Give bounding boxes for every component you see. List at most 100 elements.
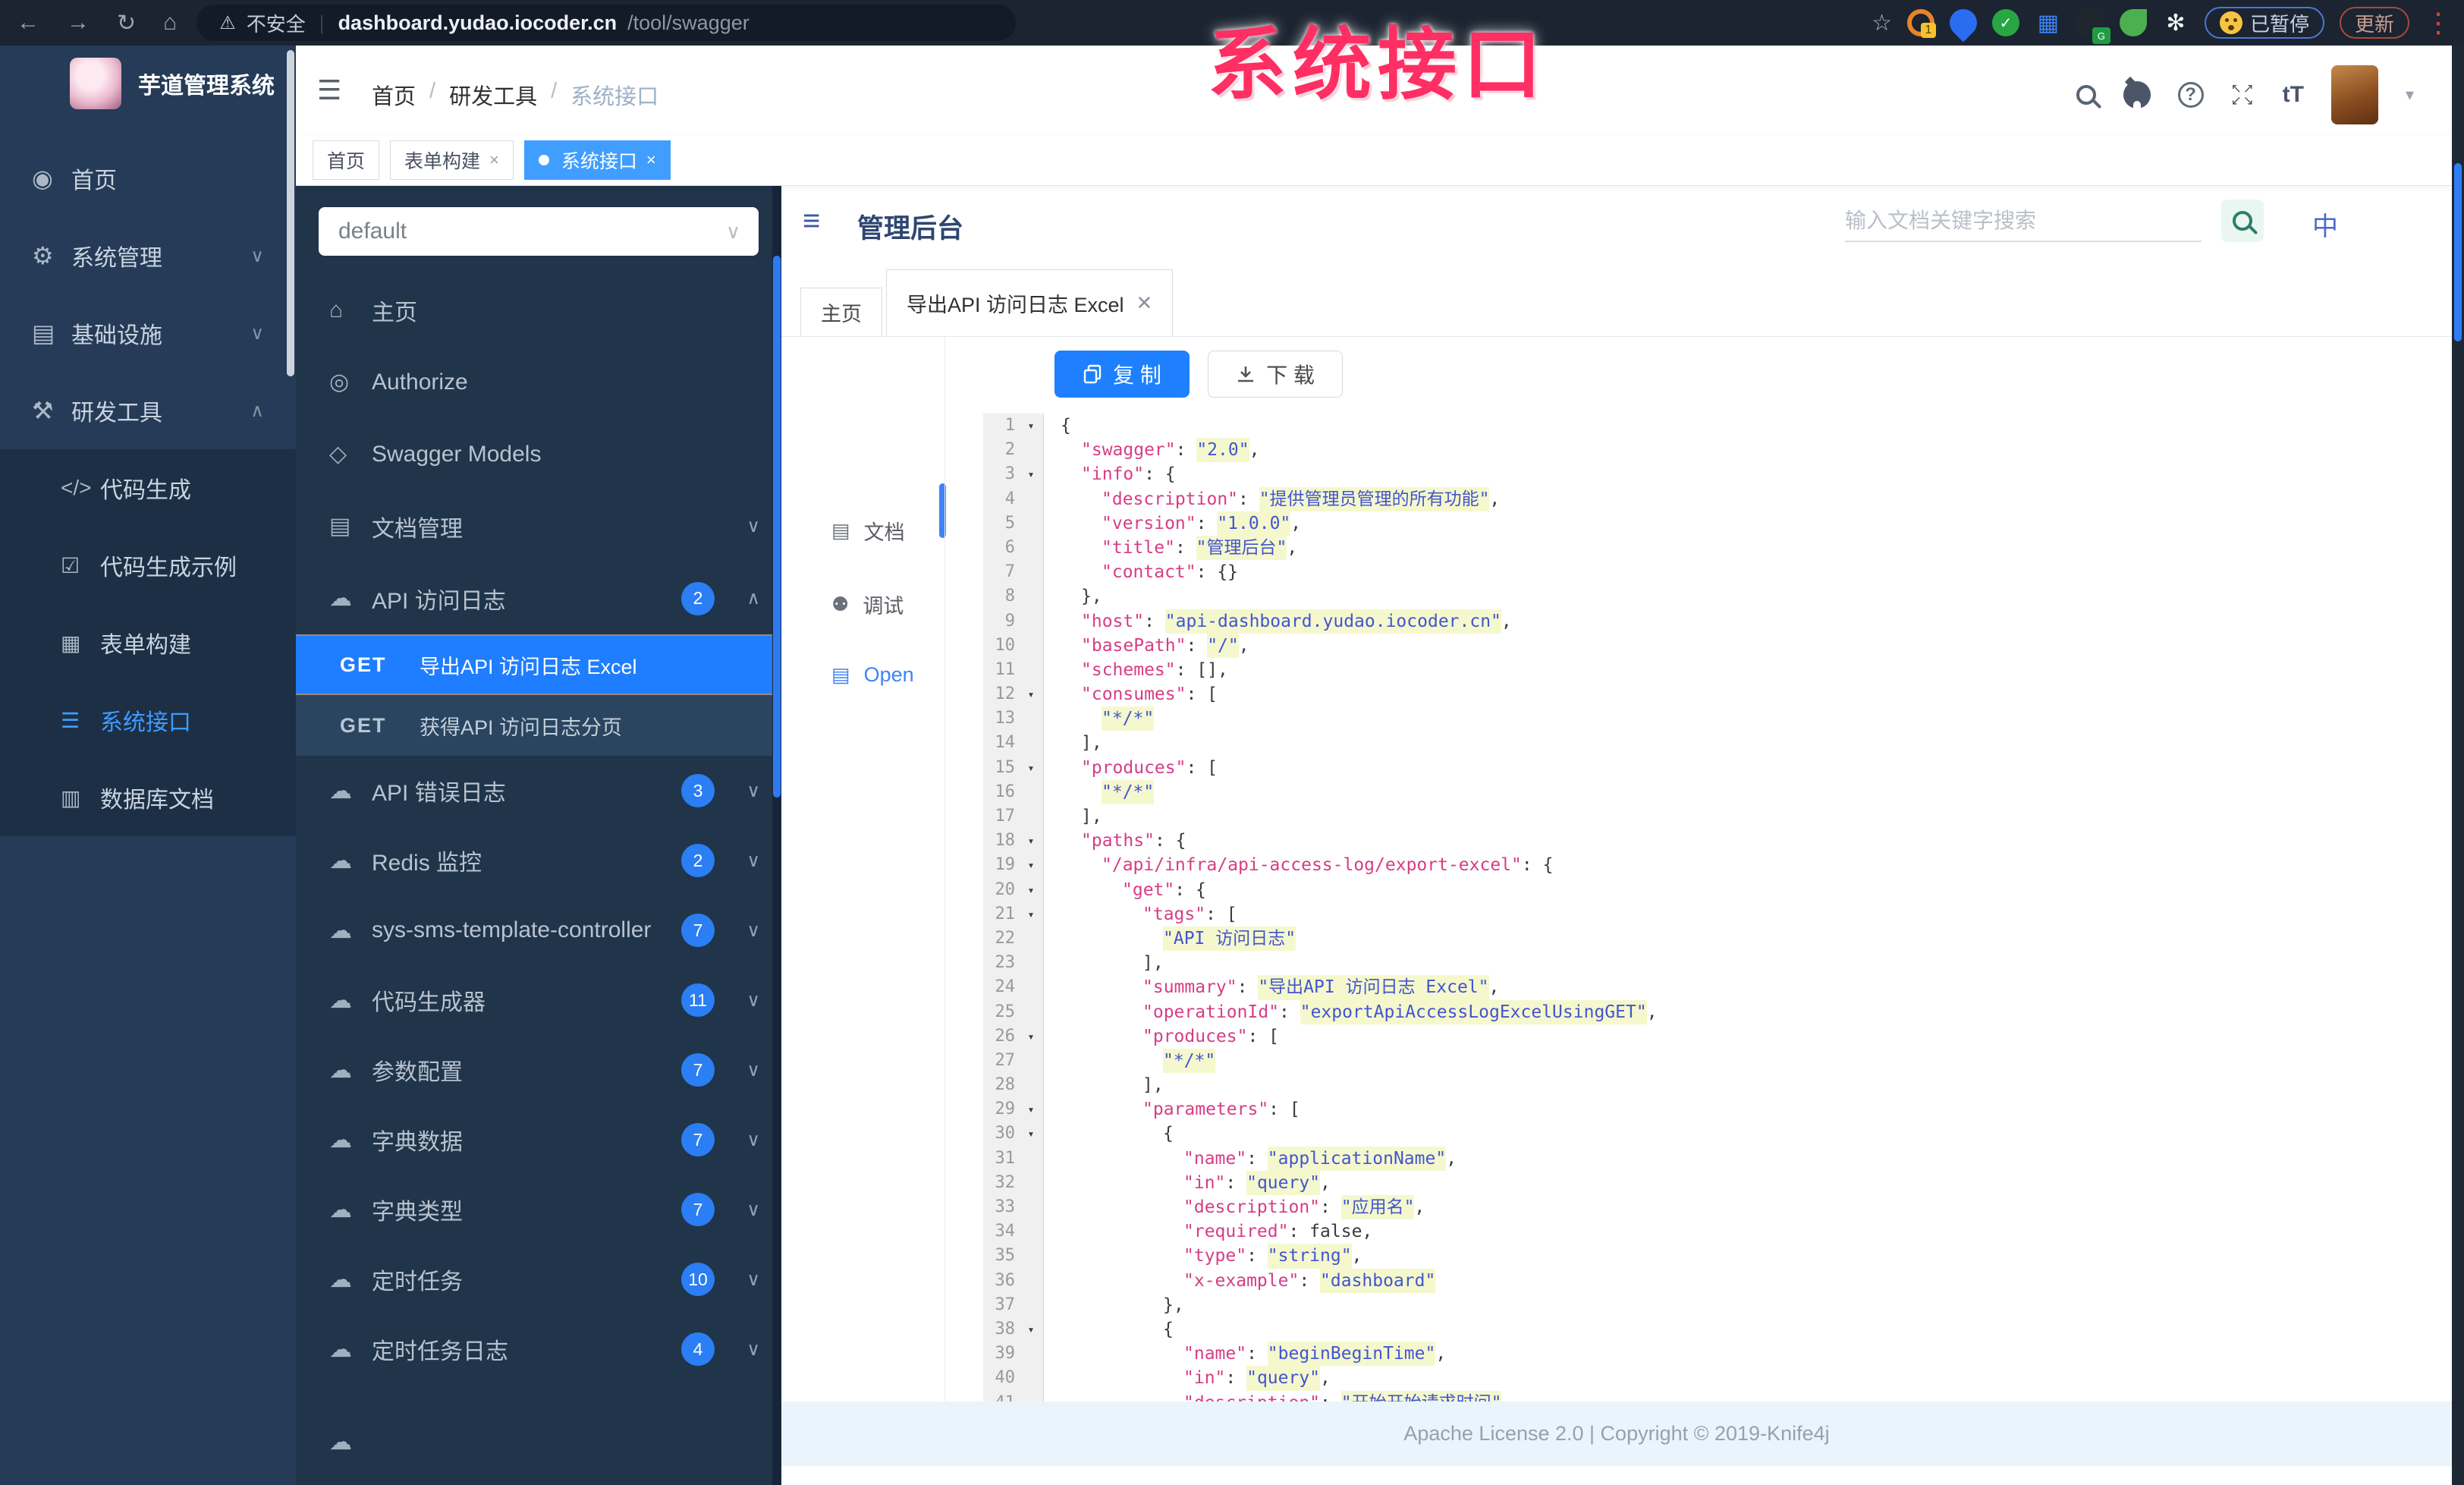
browser-back-icon[interactable]: ← — [17, 10, 39, 36]
code-editor[interactable]: 1 ▾{2 "swagger": "2.0", 3 ▾ "info": {4 "descri… — [945, 414, 2452, 1439]
chevron-down-icon[interactable]: ∨ — [746, 780, 760, 802]
extension-drop-icon[interactable] — [1944, 3, 1983, 42]
swagger-menu-item[interactable]: ▤ 文档管理 ∨ — [296, 490, 781, 562]
search-icon[interactable] — [2076, 85, 2096, 105]
swagger-scrollbar[interactable] — [772, 186, 781, 1485]
user-avatar[interactable] — [2330, 65, 2378, 124]
sidebar-item-code[interactable]: </> 代码生成 — [0, 449, 296, 527]
fold-caret-icon[interactable]: ▾ — [1018, 682, 1044, 706]
sidebar-item-infra[interactable]: ▤ 基础设施 ∨ — [0, 294, 296, 372]
fold-caret-icon[interactable]: ▾ — [1018, 902, 1044, 927]
chevron-down-icon[interactable]: ∨ — [746, 1269, 760, 1291]
language-toggle-icon[interactable]: 中 — [2312, 206, 2338, 243]
extension-icon[interactable]: 1 — [1906, 9, 1936, 38]
fold-caret-icon[interactable]: ▾ — [1018, 853, 1044, 877]
browser-home-icon[interactable]: ⌂ — [163, 10, 177, 36]
doc-search-input[interactable] — [1845, 201, 2202, 242]
controller-group-item[interactable]: ☁ 定时任务 10 ∨ — [296, 1244, 781, 1314]
doc-nav-open[interactable]: ▤ Open — [781, 663, 944, 687]
controller-group-item[interactable]: ☁ 字典数据 7 ∨ — [296, 1105, 781, 1175]
api-operation-item[interactable]: GET 导出API 访问日志 Excel — [296, 634, 781, 695]
sidebar-item-shield[interactable]: ☑ 代码生成示例 — [0, 527, 296, 604]
fold-caret-icon[interactable]: ▾ — [1018, 414, 1044, 438]
extension-green-icon[interactable]: ✓ — [1991, 9, 2019, 36]
doc-tab-active[interactable]: 导出API 访问日志 Excel ✕ — [886, 269, 1174, 336]
fold-caret-icon[interactable]: ▾ — [1018, 1122, 1044, 1146]
app-logo-row[interactable]: 芋道管理系统 — [0, 46, 296, 120]
group-select[interactable]: default ∨ — [319, 207, 759, 256]
doc-nav-调试[interactable]: ⚉ 调试 — [781, 590, 944, 619]
chevron-down-icon[interactable]: ∨ — [746, 1129, 760, 1151]
controller-group-item[interactable]: ☁ 代码生成器 11 ∨ — [296, 965, 781, 1035]
fullscreen-icon[interactable]: ↖ ↗ ↙ ↘ — [2231, 82, 2255, 107]
github-icon[interactable] — [2123, 81, 2151, 110]
chevron-down-icon[interactable]: ∨ — [746, 920, 760, 942]
sidebar-scrollbar[interactable] — [287, 50, 294, 376]
doc-list-icon[interactable]: ≡ — [803, 204, 820, 238]
swagger-menu-item[interactable]: ⌂ 主页 — [296, 274, 781, 346]
controller-group-item[interactable]: ☁ 定时任务日志 4 ∨ — [296, 1314, 781, 1384]
browser-reload-icon[interactable]: ↻ — [117, 10, 136, 36]
sidebar-item-form[interactable]: ▦ 表单构建 — [0, 604, 296, 681]
tag-view-item[interactable]: 系统接口 × — [523, 140, 671, 180]
chevron-down-icon[interactable]: ∨ — [746, 850, 760, 872]
api-operation-item[interactable]: GET 获得API 访问日志分页 — [296, 695, 781, 756]
doc-search-icon[interactable] — [2221, 200, 2264, 242]
sidebar-item-api[interactable]: ☰ 系统接口 — [0, 681, 296, 759]
doc-tab[interactable]: 主页 — [800, 288, 882, 336]
sidebar-item-gear[interactable]: ⚙ 系统管理 ∨ — [0, 217, 296, 294]
sidebar-item-db[interactable]: ▥ 数据库文档 — [0, 759, 296, 836]
close-icon[interactable]: × — [489, 150, 499, 170]
download-button[interactable]: 下 载 — [1208, 351, 1343, 398]
address-bar[interactable]: ⚠ 不安全 | dashboard.yudao.iocoder.cn/tool/… — [196, 5, 1017, 41]
chevron-down-icon[interactable]: ∨ — [746, 1339, 760, 1361]
extension-leaf-icon[interactable] — [2119, 9, 2147, 36]
chevron-down-icon[interactable]: ∨ — [746, 1059, 760, 1081]
page-scrollbar[interactable] — [2452, 46, 2464, 1485]
chevron-up-icon[interactable]: ∧ — [746, 587, 760, 609]
paused-extension-badge[interactable]: 已暂停 — [2204, 7, 2324, 39]
swagger-menu-item[interactable]: ◇ Swagger Models — [296, 418, 781, 490]
extension-grid-icon[interactable]: ▦ — [2035, 9, 2062, 36]
help-icon[interactable]: ? — [2177, 82, 2204, 108]
fold-caret-icon[interactable]: ▾ — [1018, 1317, 1044, 1342]
fold-caret-icon[interactable]: ▾ — [1018, 1097, 1044, 1122]
scrollbar-thumb[interactable] — [2454, 163, 2462, 341]
bookmark-star-icon[interactable]: ☆ — [1872, 10, 1892, 36]
doc-nav-文档[interactable]: ▤ 文档 — [781, 516, 944, 546]
breadcrumb-item[interactable]: 系统接口 — [570, 79, 658, 111]
fold-caret-icon[interactable]: ▾ — [1018, 756, 1044, 780]
browser-forward-icon[interactable]: → — [67, 10, 90, 36]
controller-group-item[interactable]: ☁ API 错误日志 3 ∨ — [296, 756, 781, 826]
fold-caret-icon[interactable]: ▾ — [1018, 878, 1044, 902]
controller-group-item[interactable]: ☁ 参数配置 7 ∨ — [296, 1035, 781, 1105]
chevron-down-icon[interactable]: ∨ — [746, 1199, 760, 1221]
sidebar-item-tools[interactable]: ⚒ 研发工具 ∧ — [0, 372, 296, 449]
controller-group-item[interactable]: ☁ sys-sms-template-controller 7 ∨ — [296, 895, 781, 965]
chevron-down-icon[interactable]: ∨ — [746, 989, 760, 1011]
breadcrumb-item[interactable]: 研发工具 — [449, 79, 537, 111]
controller-group-item[interactable]: ☁ 字典类型 7 ∨ — [296, 1175, 781, 1244]
tag-view-item[interactable]: 首页 — [313, 140, 380, 180]
browser-menu-icon[interactable]: ⋮ — [2425, 9, 2452, 36]
browser-update-button[interactable]: 更新 — [2339, 7, 2409, 39]
controller-group-item[interactable]: ☁ Redis 监控 2 ∨ — [296, 826, 781, 895]
close-icon[interactable]: × — [646, 150, 656, 170]
fold-caret-icon[interactable]: ▾ — [1018, 462, 1044, 486]
controller-group-item[interactable]: ☁ — [296, 1407, 781, 1477]
fold-caret-icon[interactable]: ▾ — [1018, 829, 1044, 853]
chevron-down-icon[interactable]: ▾ — [2406, 85, 2414, 105]
tag-view-item[interactable]: 表单构建 × — [390, 140, 514, 180]
extension-flower-icon[interactable]: ✻ — [2162, 9, 2189, 36]
swagger-menu-item[interactable]: ☁ API 访问日志 2 ∧ — [296, 562, 781, 634]
breadcrumb-item[interactable]: 首页 — [372, 79, 416, 111]
copy-button[interactable]: 复 制 — [1054, 351, 1190, 398]
extension-dark-icon[interactable]: G — [2076, 9, 2110, 44]
font-size-icon[interactable]: tT — [2283, 82, 2304, 108]
sidebar-item-dashboard[interactable]: ◉ 首页 — [0, 140, 296, 217]
swagger-menu-item[interactable]: ◎ Authorize — [296, 346, 781, 418]
collapse-menu-icon[interactable]: ☰ — [317, 74, 341, 106]
close-icon[interactable]: ✕ — [1136, 291, 1153, 315]
chevron-down-icon[interactable]: ∨ — [746, 515, 760, 537]
fold-caret-icon[interactable]: ▾ — [1018, 1024, 1044, 1049]
